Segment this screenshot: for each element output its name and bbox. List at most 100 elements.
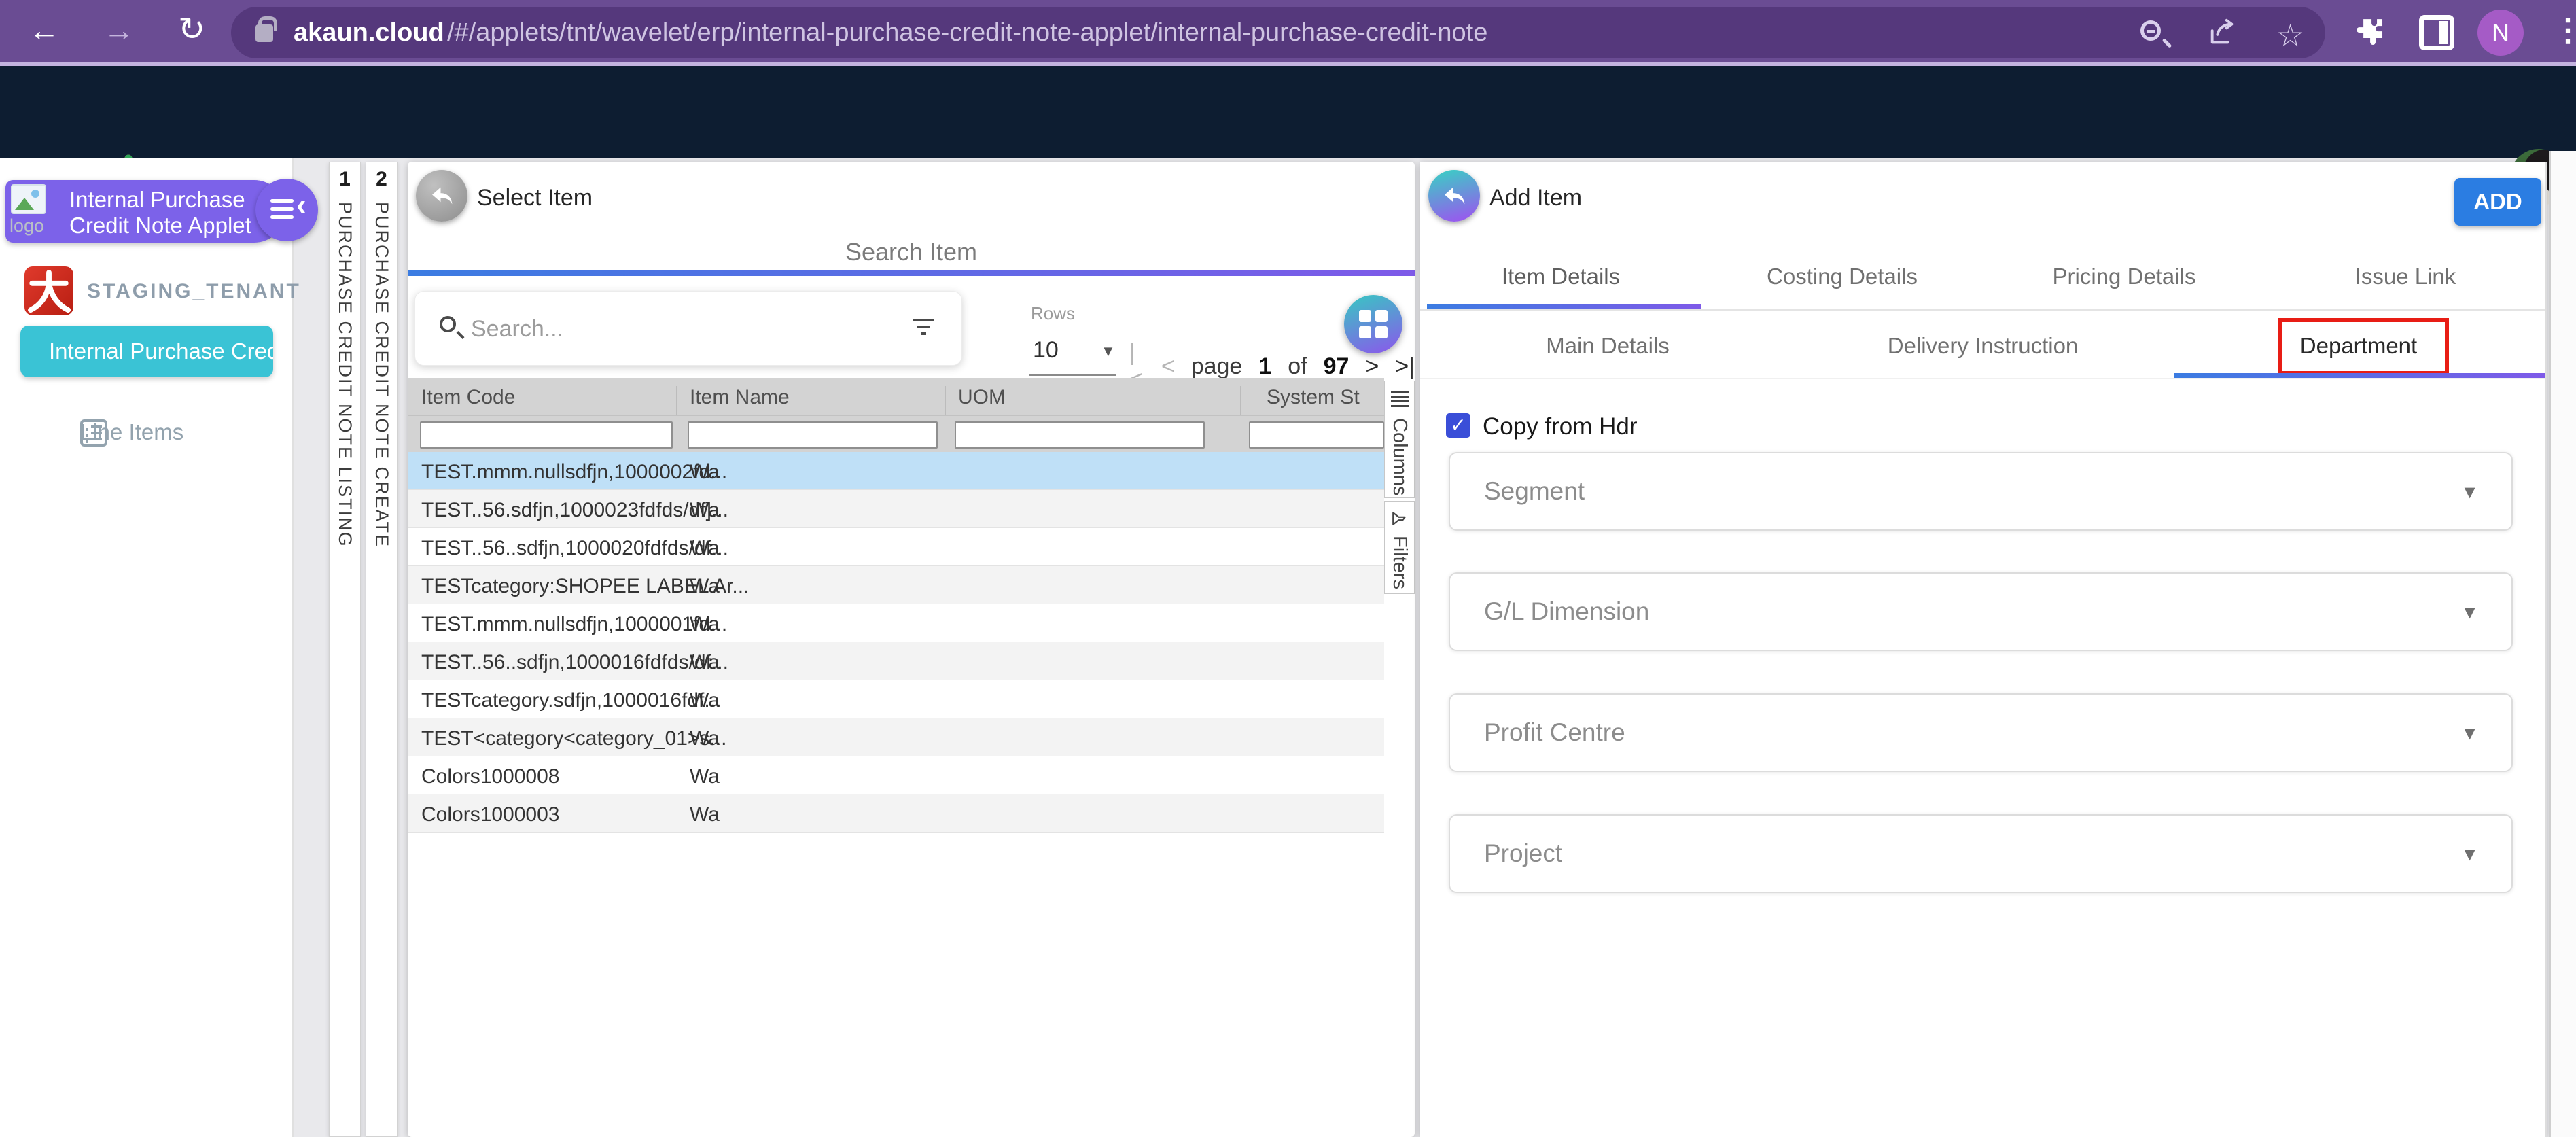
screen: ← → ↻ akaun.cloud /#/applets/tnt/wavelet… bbox=[0, 0, 2576, 1137]
rows-select-underline bbox=[1029, 374, 1116, 376]
checkmark-icon: ✓ bbox=[1450, 415, 1466, 436]
table-row[interactable]: Colors1000008Wa bbox=[408, 756, 1384, 794]
subtab-delivery-instruction[interactable]: Delivery Instruction bbox=[1795, 333, 2170, 359]
next-page-button[interactable]: > bbox=[1365, 353, 1379, 380]
active-tab-underline bbox=[1427, 304, 1701, 309]
tab-search-item[interactable]: Search Item bbox=[408, 238, 1415, 266]
total-pages: 97 bbox=[1324, 353, 1349, 380]
collapse-menu-button[interactable]: ‹ bbox=[255, 179, 318, 241]
table-row[interactable]: TEST..56..sdfjn,1000016fdfds/df...Wa bbox=[408, 642, 1384, 680]
filter-item-code-input[interactable] bbox=[420, 421, 673, 449]
chevron-down-icon: ▼ bbox=[2460, 844, 2479, 865]
columns-handle-icon bbox=[1391, 391, 1409, 410]
back-arrow-icon bbox=[1441, 184, 1467, 207]
subtab-main-details[interactable]: Main Details bbox=[1420, 333, 1795, 359]
table-row[interactable]: TESTcategory.sdfjn,1000016fdf...Wa bbox=[408, 680, 1384, 718]
copy-from-hdr-label: Copy from Hdr bbox=[1483, 413, 1638, 440]
grid-icon bbox=[1359, 310, 1388, 338]
sidebar-item-internal-purchase-credit[interactable]: Internal Purchase Cred bbox=[20, 326, 273, 377]
panel-title: Select Item bbox=[477, 185, 593, 211]
browser-forward-icon[interactable]: → bbox=[103, 12, 135, 48]
browser-back-icon[interactable]: ← bbox=[29, 12, 60, 48]
filter-uom-input[interactable] bbox=[955, 421, 1205, 449]
app-header: akaun bbox=[0, 66, 2576, 158]
rows-label: Rows bbox=[1031, 303, 1075, 324]
col-uom[interactable]: UOM bbox=[958, 386, 1006, 409]
sidebar: logo Internal Purchase Credit Note Apple… bbox=[0, 158, 294, 1137]
page-scrollbar[interactable] bbox=[2549, 151, 2576, 1137]
tab-costing-details[interactable]: Costing Details bbox=[1701, 264, 1983, 290]
share-icon[interactable] bbox=[2207, 18, 2238, 49]
funnel-icon bbox=[1391, 510, 1409, 527]
rows-caret-icon[interactable]: ▼ bbox=[1101, 343, 1116, 360]
tabs-divider bbox=[1420, 309, 2545, 311]
panel-tab-purchase-credit-note-create[interactable]: 2 PURCHASE CREDIT NOTE CREATE bbox=[366, 162, 398, 1137]
current-page: 1 bbox=[1258, 353, 1271, 380]
tab-pricing-details[interactable]: Pricing Details bbox=[1983, 264, 2265, 290]
browser-menu-dots-icon[interactable]: ⋮ bbox=[2552, 12, 2576, 48]
chevron-down-icon: ▼ bbox=[2460, 723, 2479, 744]
panel-tab-purchase-credit-note-listing[interactable]: 1 PURCHASE CREDIT NOTE LISTING bbox=[329, 162, 361, 1137]
columns-side-tab[interactable]: Columns bbox=[1384, 381, 1415, 498]
active-tab-underline bbox=[408, 270, 1415, 276]
col-system-status[interactable]: System St bbox=[1267, 386, 1360, 409]
subtabs-divider bbox=[1420, 378, 2545, 379]
applet-title: Internal Purchase Credit Note Applet bbox=[69, 187, 251, 239]
filters-side-tab[interactable]: Filters bbox=[1384, 501, 1415, 594]
tenant-row[interactable]: STAGING_TENANT bbox=[0, 264, 294, 318]
project-dropdown[interactable]: Project ▼ bbox=[1449, 814, 2513, 893]
table-filter-row bbox=[408, 415, 1384, 453]
select-item-panel: Select Item Search Item Rows 10 ▼ |< < p… bbox=[408, 162, 1415, 1137]
side-panel-icon[interactable] bbox=[2419, 15, 2454, 50]
search-box[interactable] bbox=[414, 291, 962, 366]
table-row[interactable]: TEST.mmm.nullsdfjn,1000001fd...Wa bbox=[408, 604, 1384, 642]
browser-profile-avatar[interactable]: N bbox=[2477, 10, 2524, 56]
lock-icon bbox=[255, 24, 273, 42]
table-row[interactable]: TEST<category<category_01>s...Wa bbox=[408, 718, 1384, 756]
tab-issue-link[interactable]: Issue Link bbox=[2265, 264, 2546, 290]
last-page-button[interactable]: >| bbox=[1395, 353, 1415, 380]
panel-title: Add Item bbox=[1489, 185, 1582, 211]
table-header: Item Code Item Name UOM System St bbox=[408, 378, 1384, 415]
broken-image-icon: logo bbox=[8, 183, 60, 241]
hamburger-icon bbox=[270, 199, 294, 224]
table-row[interactable]: Colors1000003Wa bbox=[408, 794, 1384, 833]
back-button[interactable] bbox=[416, 170, 467, 222]
chevron-down-icon: ▼ bbox=[2460, 602, 2479, 623]
add-button[interactable]: ADD bbox=[2454, 178, 2541, 226]
table-row[interactable]: TEST..56.sdfjn,1000023fdfds/df]...Wa bbox=[408, 490, 1384, 528]
applet-banner[interactable]: logo Internal Purchase Credit Note Apple… bbox=[5, 180, 285, 243]
segment-dropdown[interactable]: Segment ▼ bbox=[1449, 452, 2513, 531]
table-row[interactable]: TESTcategory:SHOPEE LABEL Ar...Wa bbox=[408, 566, 1384, 604]
copy-from-hdr-checkbox[interactable]: ✓ bbox=[1446, 413, 1470, 438]
filter-system-status-input[interactable] bbox=[1249, 421, 1384, 449]
of-label: of bbox=[1288, 353, 1307, 380]
table-row[interactable]: TEST.mmm.nullsdfjn,1000002fd...Wa bbox=[408, 452, 1384, 490]
tenant-logo-icon bbox=[24, 266, 73, 315]
page-label: page bbox=[1191, 353, 1243, 380]
address-bar[interactable]: akaun.cloud /#/applets/tnt/wavelet/erp/i… bbox=[231, 7, 2325, 58]
prev-page-button[interactable]: < bbox=[1161, 353, 1175, 380]
browser-refresh-icon[interactable]: ↻ bbox=[178, 12, 205, 48]
zoom-out-icon[interactable] bbox=[2140, 20, 2161, 41]
tab-item-details[interactable]: Item Details bbox=[1420, 264, 1701, 290]
bookmark-star-icon[interactable]: ☆ bbox=[2276, 17, 2304, 54]
filter-list-icon[interactable] bbox=[913, 319, 934, 339]
extensions-puzzle-icon[interactable] bbox=[2352, 14, 2388, 49]
annotation-highlight-box bbox=[2278, 318, 2449, 375]
url-domain: akaun.cloud bbox=[294, 18, 444, 48]
profit-centre-dropdown[interactable]: Profit Centre ▼ bbox=[1449, 693, 2513, 772]
search-icon bbox=[440, 316, 456, 332]
table-row[interactable]: TEST..56..sdfjn,1000020fdfds/df...Wa bbox=[408, 528, 1384, 566]
sidebar-item-line-items[interactable]: Line Items bbox=[0, 408, 294, 456]
gl-dimension-dropdown[interactable]: G/L Dimension ▼ bbox=[1449, 572, 2513, 651]
col-item-code[interactable]: Item Code bbox=[421, 386, 515, 409]
active-subtab-underline bbox=[2174, 373, 2545, 378]
back-button[interactable] bbox=[1428, 170, 1480, 222]
grid-view-button[interactable] bbox=[1344, 295, 1402, 353]
rows-per-page-select[interactable]: 10 bbox=[1033, 337, 1059, 364]
filter-item-name-input[interactable] bbox=[688, 421, 938, 449]
col-item-name[interactable]: Item Name bbox=[690, 386, 790, 409]
search-input[interactable] bbox=[471, 305, 851, 353]
url-path: /#/applets/tnt/wavelet/erp/internal-purc… bbox=[447, 18, 1487, 48]
